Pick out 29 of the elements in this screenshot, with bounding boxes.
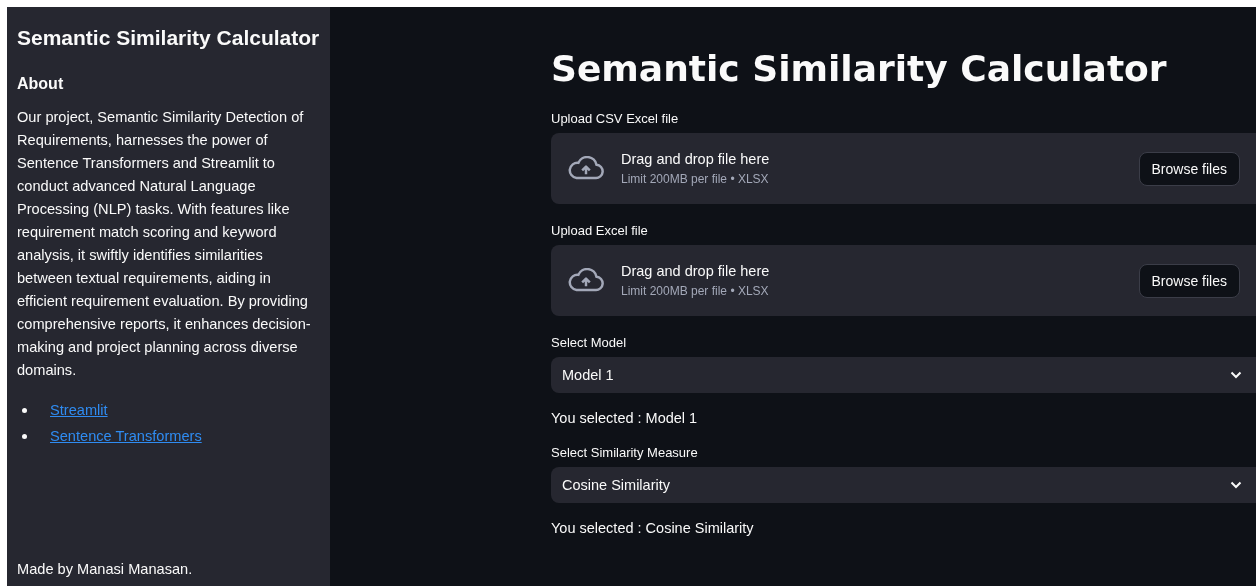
- page-title: Semantic Similarity Calculator: [551, 47, 1168, 91]
- field-label: Upload CSV Excel file: [551, 111, 680, 126]
- file-limit-text: Limit 200MB per file • XLSX: [621, 172, 770, 186]
- bullet-icon: [22, 407, 27, 413]
- select-dropdown[interactable]: Cosine Similarity: [551, 467, 1256, 503]
- file-dropzone[interactable]: Drag and drop file here Limit 200MB per file • XLSX Browse files: [551, 245, 1256, 316]
- selection-result-text: You selected : Model 1: [551, 410, 699, 426]
- file-dropzone[interactable]: Drag and drop file here Limit 200MB per file • XLSX Browse files: [551, 133, 1256, 204]
- chevron-down-icon: [1230, 481, 1242, 489]
- about-paragraph: Our project, Semantic Similarity Detection of Requirements, harnesses the power of Sentence Transformers and Streamlit to conduct advanced Natural Language Processing (NLP) tasks. With features like requirement match scoring and keyword analysis, it swiftly identifies similarities between textual requirements, aiding in efficient requirement evaluation. By providing comprehensive reports, it enhances decision-making and project planning across diverse domains.: [17, 108, 312, 380]
- dropzone-instructions: Drag and drop file here: [621, 151, 771, 167]
- file-limit-text: Limit 200MB per file • XLSX: [621, 284, 770, 298]
- sidebar-link[interactable]: Sentence Transformers: [50, 426, 202, 446]
- selection-result-text: You selected : Cosine Similarity: [551, 520, 755, 536]
- footer-text: Made by Manasi Manasan.: [17, 561, 194, 577]
- select-dropdown[interactable]: Model 1: [551, 357, 1256, 393]
- upload-cloud-icon: [567, 268, 605, 293]
- field-label: Select Model: [551, 335, 628, 350]
- upload-cloud-icon: [567, 156, 605, 181]
- field-label: Select Similarity Measure: [551, 445, 699, 460]
- browse-files-button[interactable]: Browse files: [1138, 263, 1240, 298]
- chevron-down-icon: [1230, 371, 1242, 379]
- about-heading: About: [17, 75, 65, 93]
- browse-files-button[interactable]: Browse files: [1138, 151, 1240, 186]
- sidebar-link[interactable]: Streamlit: [50, 400, 108, 420]
- sidebar-title: Semantic Similarity Calculator: [17, 25, 320, 51]
- field-label: Upload Excel file: [551, 223, 649, 238]
- dropzone-instructions: Drag and drop file here: [621, 263, 771, 279]
- bullet-icon: [22, 433, 27, 439]
